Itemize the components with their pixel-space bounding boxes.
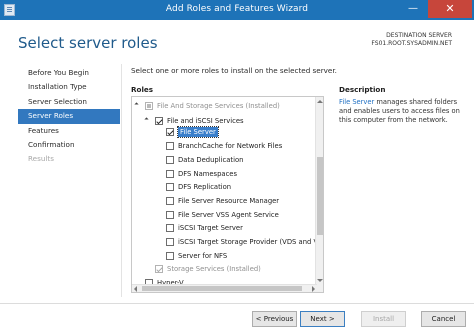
vertical-scrollbar[interactable] [315, 97, 323, 292]
role-checkbox[interactable] [166, 142, 174, 151]
role-checkbox[interactable] [166, 128, 174, 137]
nav-item-confirmation[interactable]: Confirmation [18, 138, 120, 152]
destination-server-info: DESTINATION SERVER FS01.ROOT.SYSADMIN.NE… [371, 32, 452, 48]
destination-server-label: DESTINATION SERVER [386, 32, 452, 39]
role-checkbox[interactable] [166, 238, 174, 246]
expand-arrow-icon[interactable] [144, 117, 149, 122]
wizard-nav: Before You Begin Installation Type Serve… [18, 66, 120, 167]
nav-item-features[interactable]: Features [18, 124, 120, 138]
nav-item-installation-type[interactable]: Installation Type [18, 80, 120, 94]
expand-arrow-icon[interactable] [134, 102, 139, 107]
role-label: File Server Resource Manager [178, 196, 280, 205]
close-button[interactable]: ✕ [428, 0, 472, 18]
footer-divider [0, 303, 474, 304]
description-link[interactable]: File Server [339, 98, 374, 106]
install-button: Install [361, 311, 406, 327]
minimize-button[interactable]: — [402, 0, 424, 18]
horizontal-scrollbar[interactable] [132, 284, 317, 292]
scroll-up-arrow-icon[interactable] [317, 100, 323, 103]
nav-item-server-roles[interactable]: Server Roles [18, 109, 120, 124]
role-label: iSCSI Target Storage Provider (VDS and V… [178, 238, 324, 246]
role-label: File And Storage Services (Installed) [157, 102, 280, 110]
nav-divider [121, 64, 122, 297]
role-checkbox[interactable] [166, 183, 174, 192]
instruction-text: Select one or more roles to install on t… [131, 66, 337, 75]
role-checkbox[interactable] [166, 251, 174, 260]
role-label: File and iSCSI Services [167, 116, 244, 125]
roles-heading: Roles [131, 85, 154, 94]
role-checkbox[interactable] [166, 155, 174, 164]
description-heading: Description [339, 85, 386, 94]
scroll-left-arrow-icon[interactable] [134, 286, 137, 292]
horizontal-scroll-thumb[interactable] [142, 286, 302, 291]
next-button[interactable]: Next > [300, 311, 345, 327]
nav-item-before-you-begin[interactable]: Before You Begin [18, 66, 120, 80]
nav-item-server-selection[interactable]: Server Selection [18, 95, 120, 109]
scroll-down-arrow-icon[interactable] [317, 279, 323, 282]
role-label: BranchCache for Network Files [178, 142, 283, 151]
role-label: File Server VSS Agent Service [178, 210, 279, 219]
role-checkbox[interactable] [155, 116, 163, 125]
title-bar: Add Roles and Features Wizard — ✕ [0, 0, 474, 20]
role-label: DFS Replication [178, 183, 232, 192]
role-label: Storage Services (Installed) [167, 265, 261, 274]
role-label: Server for NFS [178, 251, 228, 260]
previous-button[interactable]: < Previous [252, 311, 297, 327]
role-checkbox[interactable] [166, 210, 174, 219]
page-title: Select server roles [18, 34, 158, 52]
partial-checkbox [145, 102, 153, 110]
role-checkbox[interactable] [166, 224, 174, 233]
vertical-scroll-thumb[interactable] [317, 157, 323, 235]
role-checkbox [155, 265, 163, 274]
nav-item-results: Results [28, 154, 54, 164]
role-label: Data Deduplication [178, 155, 244, 164]
role-checkbox[interactable] [166, 169, 174, 178]
role-label-selected: File Server [177, 126, 219, 139]
description-text: File Server manages shared folders and e… [339, 98, 461, 125]
role-checkbox[interactable] [166, 196, 174, 205]
role-label: iSCSI Target Server [178, 224, 243, 233]
destination-server-name: FS01.ROOT.SYSADMIN.NET [371, 40, 452, 47]
role-label: DFS Namespaces [178, 169, 238, 178]
roles-tree[interactable]: File And Storage Services (Installed) Fi… [131, 96, 324, 293]
scroll-right-arrow-icon[interactable] [312, 286, 315, 292]
cancel-button[interactable]: Cancel [421, 311, 466, 327]
